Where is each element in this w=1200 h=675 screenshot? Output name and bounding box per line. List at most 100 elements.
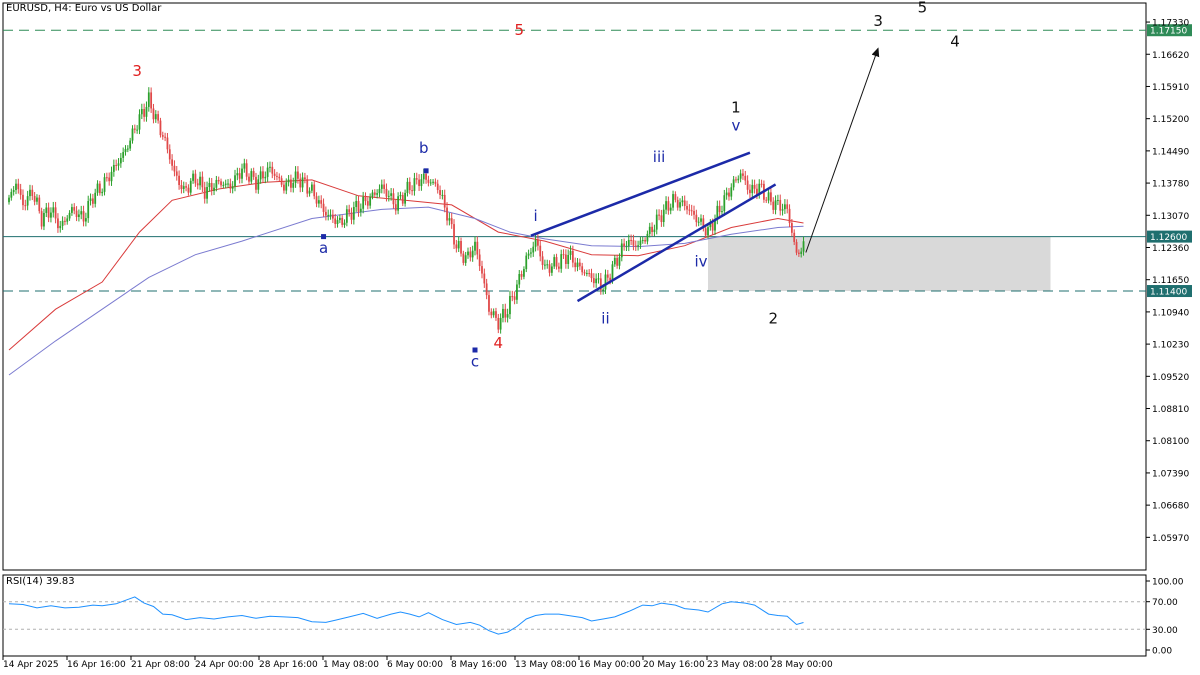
candle-body [697,221,700,223]
candle-body [359,208,362,212]
candle-body [460,241,462,254]
candle-body [790,223,793,233]
candle-body [371,192,374,197]
candle-body [348,209,351,213]
candle-body [399,195,402,197]
candle-body [443,194,446,208]
candle-body [178,175,180,186]
candle-body [746,180,749,190]
candle-body [168,149,171,160]
candle-body [795,241,798,253]
candle-body [285,182,288,191]
candle-body [723,195,726,212]
chart-title: EURUSD, H4: Euro vs US Dollar [6,3,162,14]
candle-body [772,201,775,210]
candle-body [369,196,372,206]
candle-body [760,183,763,185]
candle-body [322,203,325,212]
candle-body [404,192,406,204]
candle-body [397,196,400,211]
candle-body [199,176,201,186]
time-tick-label: 1 May 08:00 [323,660,379,670]
wave-label: a [319,239,328,257]
candle-body [490,311,493,316]
candle-body [450,218,453,225]
wave-label: iii [653,148,666,166]
candle-body [352,206,355,220]
time-tick-label: 14 Apr 2025 [3,660,59,670]
candle-body [350,212,353,220]
candle-body [341,217,344,225]
candle-body [143,109,146,117]
candle-body [658,214,660,216]
candle-body [725,192,728,196]
candle-body [292,182,295,188]
candle-body [583,272,586,274]
candle-body [695,214,698,223]
candle-body [732,179,735,188]
candle-body [276,175,278,177]
candle-body [271,166,274,174]
candle-body [38,197,41,212]
candle-body [294,171,297,183]
candle-body [492,311,495,316]
candle-body [797,252,800,254]
candle-body [231,186,234,189]
candle-body [420,179,423,187]
candle-body [364,196,367,202]
candle-body [616,257,619,266]
candle-body [140,109,143,115]
price-tick-label: 1.08810 [1152,405,1189,415]
candle-body [793,232,796,242]
candle-body [378,188,381,194]
time-tick-label: 16 Apr 16:00 [67,660,126,670]
candle-body [43,212,45,227]
candle-body [620,243,623,258]
price-tag-label: 1.12600 [1150,233,1187,243]
candle-body [779,199,782,211]
candle-body [495,311,497,318]
candle-body [105,177,108,179]
candle-body [380,184,383,189]
candle-body [571,250,574,263]
candle-body [401,195,404,204]
price-tick-label: 1.09520 [1152,373,1189,383]
candle-body [464,255,467,263]
candle-body [408,181,411,191]
candle-body [80,211,83,215]
candle-body [418,179,420,187]
candle-body [660,215,663,223]
candle-body [129,140,132,149]
rsi-title: RSI(14) 39.83 [6,576,75,587]
candle-body [229,183,232,189]
candle-body [506,314,509,318]
time-tick-label: 16 May 00:00 [579,660,641,670]
chart-canvas[interactable]: 1.171501.126001.11400 354abciiiiiiivv123… [0,0,1200,675]
candle-body [29,189,31,197]
candle-body [264,176,267,179]
candle-body [651,226,653,233]
price-tick-label: 1.08100 [1152,437,1189,447]
candle-body [224,183,227,185]
candle-body [22,194,24,206]
candle-body [68,212,71,219]
price-tick-label: 1.06680 [1152,502,1189,512]
price-tick-label: 1.13780 [1152,180,1189,190]
candle-body [581,266,584,273]
candle-body [306,179,309,194]
rsi-tick-label: 30.00 [1152,626,1178,636]
candle-body [693,210,695,215]
candle-body [432,181,434,183]
candle-body [637,245,639,247]
candle-body [108,177,111,182]
price-tag-label: 1.11400 [1150,288,1187,298]
candle-body [448,218,451,221]
candle-body [462,253,465,263]
candle-body [40,211,43,227]
candle-body [287,179,290,183]
candle-body [311,184,313,191]
candle-body [171,159,173,166]
candle-body [576,262,579,268]
candle-body [578,262,581,267]
candle-body [173,165,176,172]
